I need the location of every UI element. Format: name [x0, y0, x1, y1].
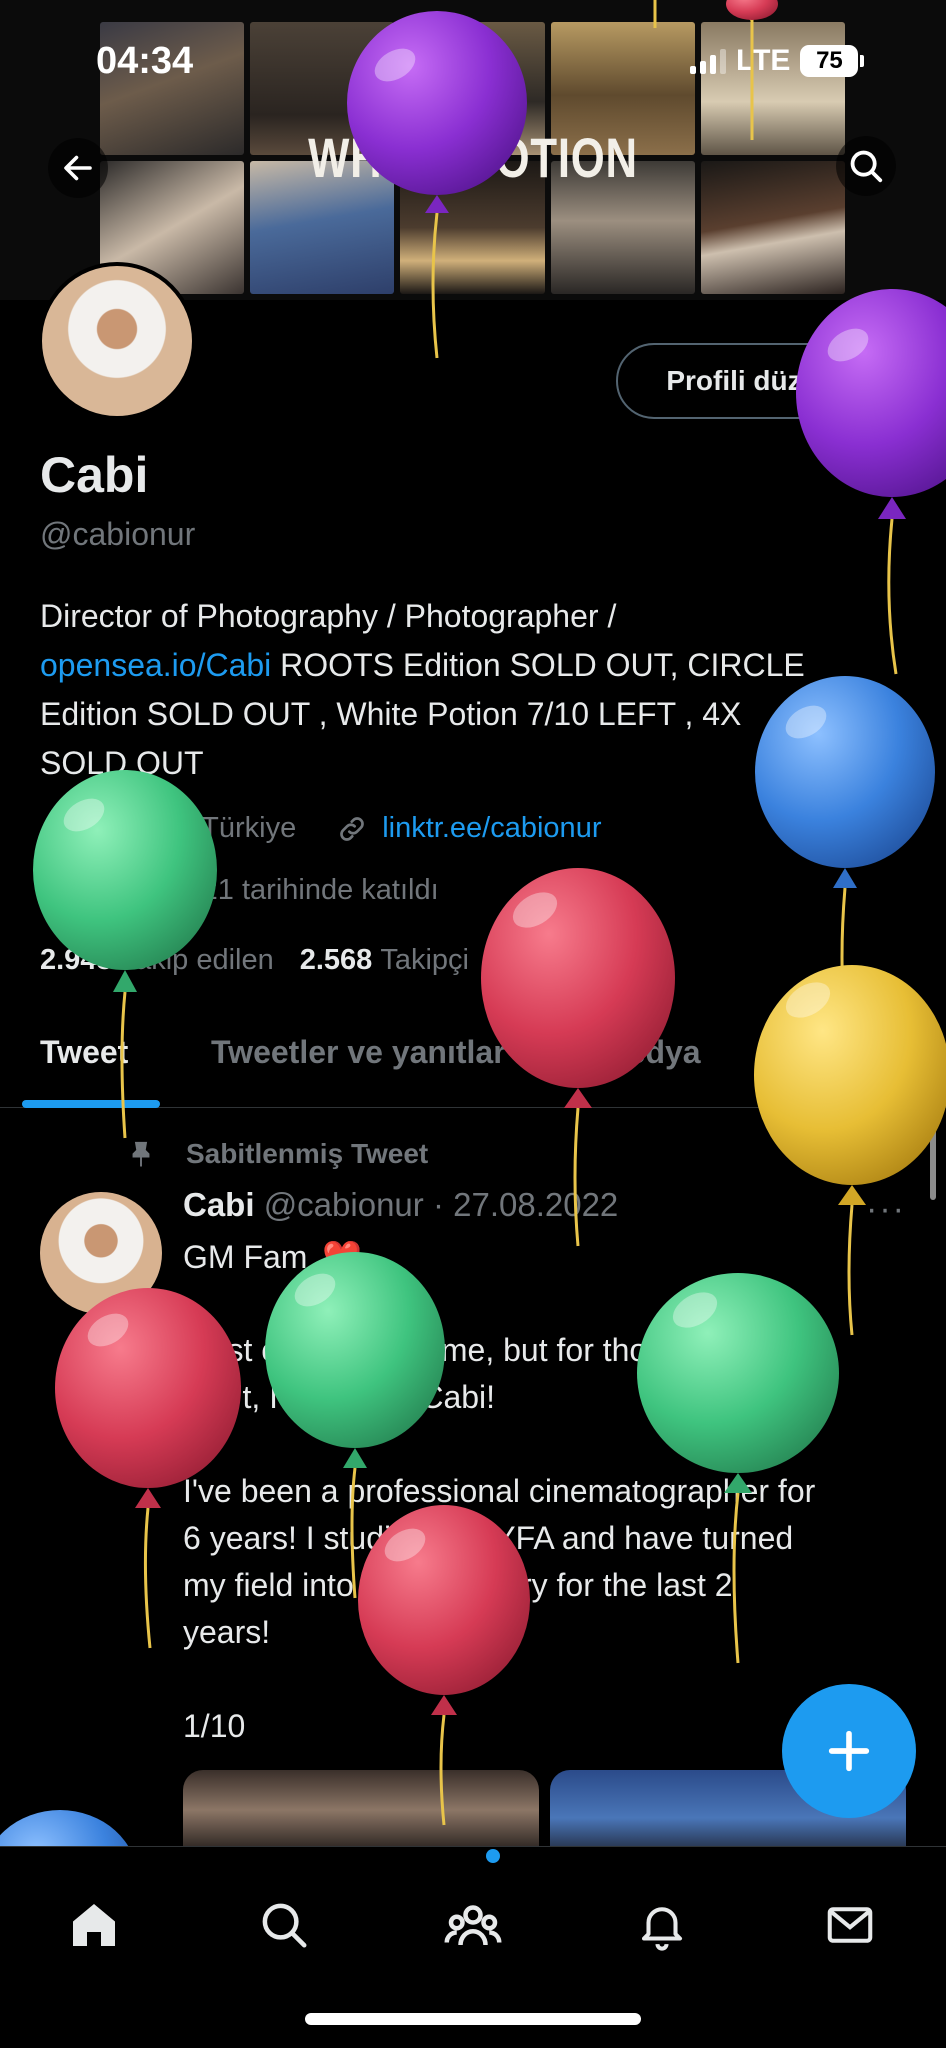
tweet-text-line: don't, I am Onur Cabi!: [183, 1379, 496, 1415]
tweet-author-name[interactable]: Cabi: [183, 1186, 255, 1223]
nav-home[interactable]: [62, 1893, 126, 1957]
arrow-left-icon: [64, 155, 92, 181]
profile-bio: Director of Photography / Photographer /…: [40, 592, 910, 788]
bio-text: ROOTS Edition SOLD OUT, CIRCLE: [271, 647, 805, 683]
following-label: Takip edilen: [120, 944, 274, 976]
nav-search[interactable]: [252, 1893, 316, 1957]
profile-joined: Mayıs 2021 tarihinde katıldı: [84, 874, 439, 906]
tweet-separator: ·: [432, 1186, 444, 1223]
calendar-icon: [42, 879, 68, 903]
banner-title: WHITE POTION: [308, 126, 638, 189]
bio-line: SOLD OUT: [40, 745, 204, 781]
tweet-date: 27.08.2022: [453, 1186, 619, 1223]
plus-icon: [828, 1730, 870, 1772]
status-time: 04:34: [96, 40, 194, 82]
status-icons: LTE 75: [690, 44, 865, 78]
tab-replies[interactable]: Tweetler ve yanıtlar: [211, 1034, 506, 1071]
compose-tweet-button[interactable]: [782, 1684, 916, 1818]
tab-likes[interactable]: Beğeni: [788, 1034, 895, 1071]
profile-location: İstanbul, Türkiye: [84, 812, 297, 844]
battery-icon: 75: [800, 45, 865, 77]
mail-icon: [827, 1907, 873, 1943]
back-button[interactable]: [48, 138, 108, 198]
tweet-text-line: 1/10: [183, 1708, 246, 1744]
search-button[interactable]: [836, 136, 896, 196]
profile-stats: 2.943 Takip edilen 2.568 Takipçi: [40, 944, 469, 977]
edit-profile-button[interactable]: Profili düzenle: [616, 343, 908, 419]
bell-icon: [641, 1907, 683, 1951]
battery-level: 75: [800, 45, 859, 77]
pinned-label: Sabitlenmiş Tweet: [186, 1138, 429, 1169]
following-link[interactable]: 2.943 Takip edilen: [40, 944, 274, 977]
profile-handle: @cabionur: [40, 516, 196, 552]
more-options-icon[interactable]: ···: [866, 1190, 906, 1229]
profile-tabs: Tweet Tweetler ve yanıtlar Medya Beğeni: [0, 1012, 946, 1108]
profile-website[interactable]: linktr.ee/cabionur: [382, 812, 601, 845]
tweet-media-image[interactable]: [183, 1770, 539, 1850]
search-icon: [262, 1903, 307, 1948]
tweet-text-line: Most of you know me, but for those who: [183, 1332, 749, 1368]
bio-link[interactable]: opensea.io/Cabi: [40, 647, 271, 683]
tab-tweets[interactable]: Tweet: [40, 1034, 128, 1071]
profile-joined-row: Mayıs 2021 tarihinde katıldı: [40, 874, 439, 907]
link-icon: [340, 816, 365, 841]
home-indicator: [305, 2013, 641, 2025]
tweet-text-line: 6 years! I studied at NYFA and have turn…: [183, 1520, 794, 1556]
tweet-text-line: I've been a professional cinematographer…: [183, 1473, 816, 1509]
heart-emoji: ❤️: [322, 1239, 363, 1275]
tweet-header: Cabi @cabionur · 27.08.2022: [183, 1186, 618, 1224]
profile-avatar[interactable]: [38, 262, 196, 420]
network-label: LTE: [736, 44, 791, 77]
tweet-text: GM Fam: [183, 1239, 308, 1275]
communities-badge: [486, 1849, 500, 1863]
bio-line: opensea.io/Cabi ROOTS Edition SOLD OUT, …: [40, 641, 910, 690]
signal-icon: [690, 48, 726, 74]
bio-line: Director of Photography / Photographer /: [40, 598, 617, 634]
tweet-author-handle: @cabionur: [263, 1186, 424, 1223]
search-icon: [850, 150, 883, 183]
pinned-label-row: Sabitlenmiş Tweet: [126, 1138, 428, 1170]
tweet-avatar[interactable]: [40, 1192, 162, 1314]
tweet-text-line: GM Fam ❤️: [183, 1238, 362, 1276]
nav-messages[interactable]: [818, 1893, 882, 1957]
following-count: 2.943: [40, 944, 113, 976]
followers-label: Takipçi: [380, 944, 469, 976]
profile-name: Cabi: [40, 447, 149, 503]
nav-communities[interactable]: [441, 1893, 505, 1957]
location-pin-icon: [44, 816, 66, 843]
followers-count: 2.568: [299, 944, 373, 976]
scrollbar[interactable]: [930, 1116, 936, 1200]
tweet-text-line: years!: [183, 1614, 271, 1650]
tweet-text-line: my field into documentary for the last 2: [183, 1567, 733, 1603]
bio-line: Edition SOLD OUT , White Potion 7/10 LEF…: [40, 696, 742, 732]
profile-meta: İstanbul, Türkiye linktr.ee/cabionur: [40, 812, 601, 845]
pin-icon: [132, 1141, 150, 1167]
followers-link[interactable]: 2.568 Takipçi: [300, 944, 469, 977]
communities-icon: [444, 1905, 502, 1946]
home-icon: [73, 1904, 115, 1946]
nav-notifications[interactable]: [630, 1893, 694, 1957]
active-tab-indicator: [22, 1100, 160, 1108]
tab-media[interactable]: Medya: [601, 1034, 701, 1071]
